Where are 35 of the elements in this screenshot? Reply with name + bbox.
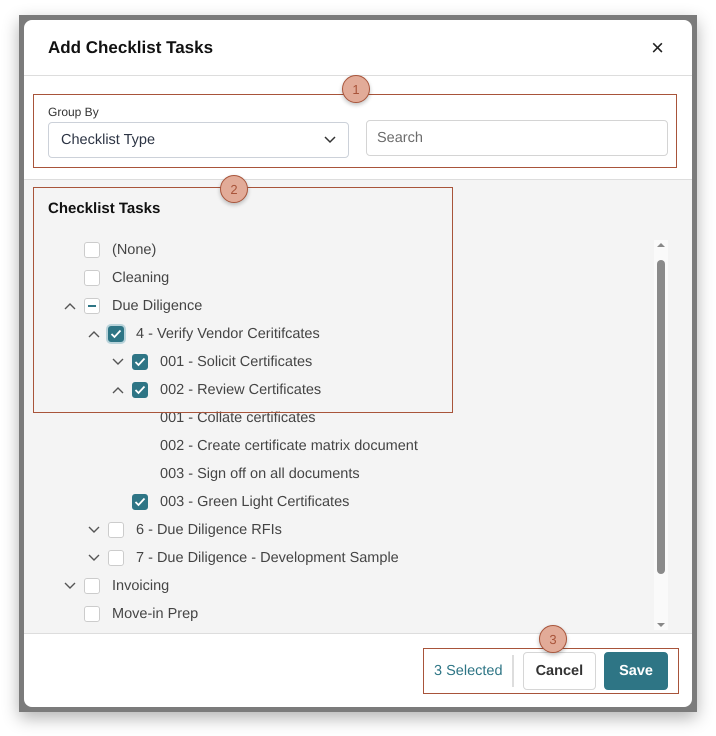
task-label: 4 - Verify Vendor Ceritifcates bbox=[136, 326, 320, 342]
task-label: Cleaning bbox=[112, 270, 170, 286]
group-by-dropdown[interactable]: Checklist Type bbox=[48, 122, 349, 158]
caret-down-icon[interactable] bbox=[88, 554, 100, 562]
task-label: 002 - Review Certificates bbox=[160, 382, 322, 398]
task-label: 7 - Due Diligence - Development Sample bbox=[136, 550, 399, 566]
task-label: (None) bbox=[112, 242, 156, 258]
chevron-down-icon bbox=[324, 136, 336, 144]
save-button[interactable]: Save bbox=[604, 652, 668, 690]
task-label: 003 - Green Light Certificates bbox=[160, 494, 350, 510]
caret-down-icon[interactable] bbox=[88, 526, 100, 534]
task-label: 001 - Solicit Certificates bbox=[160, 354, 312, 370]
caret-down-icon[interactable] bbox=[64, 582, 76, 590]
caret-up-icon[interactable] bbox=[64, 302, 76, 310]
scrollbar[interactable] bbox=[654, 240, 668, 630]
close-button[interactable]: × bbox=[647, 36, 668, 58]
task-label: 002 - Create certificate matrix document bbox=[160, 438, 418, 454]
task-label: Invoicing bbox=[112, 578, 170, 594]
task-label: Move-in Prep bbox=[112, 606, 198, 622]
search-field[interactable]: Search bbox=[366, 120, 668, 156]
caret-up-icon[interactable] bbox=[88, 330, 100, 338]
caret-up-icon[interactable] bbox=[112, 386, 124, 394]
checkbox[interactable] bbox=[108, 326, 124, 342]
caret-down-icon[interactable] bbox=[112, 358, 124, 366]
checkbox[interactable] bbox=[132, 494, 148, 510]
task-label: Due Diligence bbox=[112, 298, 202, 314]
checkbox[interactable] bbox=[132, 382, 148, 398]
task-label: 003 - Sign off on all documents bbox=[160, 466, 360, 482]
section-title: Checklist Tasks bbox=[48, 200, 160, 217]
selected-count: 3 Selected bbox=[434, 662, 503, 678]
dialog-title: Add Checklist Tasks bbox=[48, 38, 214, 58]
cancel-button[interactable]: Cancel bbox=[522, 652, 596, 690]
checkbox[interactable] bbox=[132, 354, 148, 370]
field-label: Group By bbox=[48, 105, 100, 119]
task-label: 6 - Due Diligence RFIs bbox=[136, 522, 282, 538]
